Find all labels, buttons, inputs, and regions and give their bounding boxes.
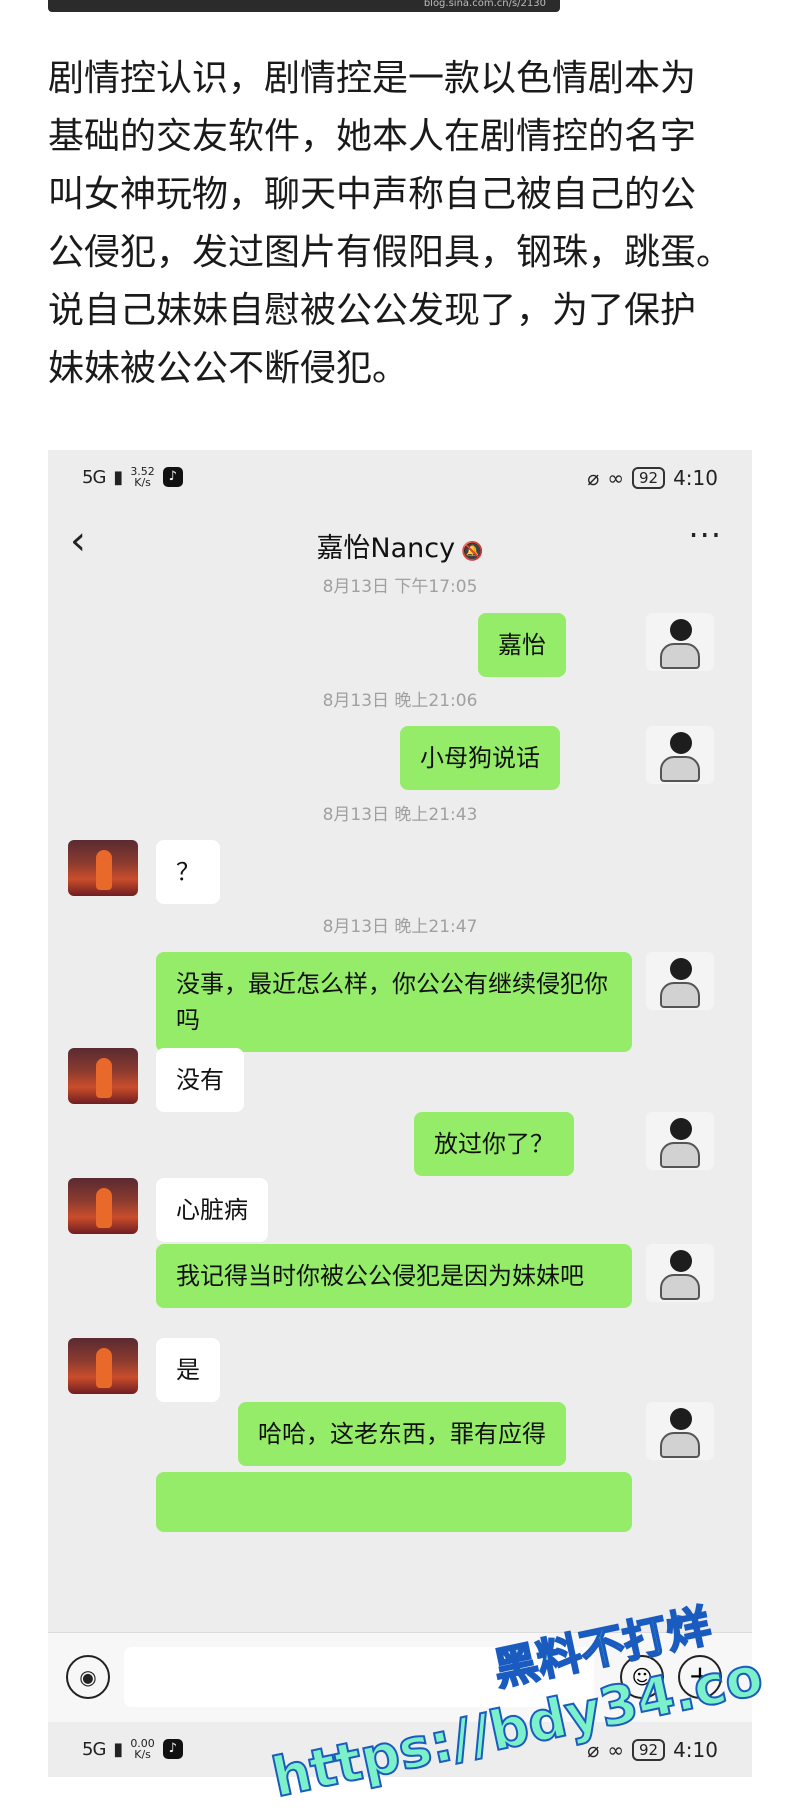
message-bubble-received[interactable]: 心脏病 — [156, 1178, 268, 1242]
my-avatar[interactable] — [646, 613, 714, 671]
contact-name: 嘉怡Nancy — [316, 533, 456, 564]
my-avatar[interactable] — [646, 952, 714, 1010]
avatar-body-icon — [660, 1432, 700, 1458]
article-text: 剧情控认识，剧情控是一款以色情剧本为 基础的交友软件，她本人在剧情控的名字 叫女… — [48, 50, 768, 398]
avatar-face-icon — [670, 1250, 692, 1272]
voice-input-button[interactable]: ◉ — [66, 1655, 110, 1699]
article-line: 叫女神玩物，聊天中声称自己被自己的公 — [48, 174, 697, 215]
message-timestamp: 8月13日 下午17:05 — [322, 577, 478, 597]
article-line: 说自己妹妹自慰被公公发现了，为了保护 — [48, 290, 697, 331]
link-icon: ∞ — [607, 1738, 624, 1762]
article-line: 剧情控认识，剧情控是一款以色情剧本为 — [48, 58, 697, 99]
avatar-figure-icon — [96, 1058, 112, 1098]
avatar-figure-icon — [96, 1188, 112, 1228]
my-avatar[interactable] — [646, 726, 714, 784]
article-line: 基础的交友软件，她本人在剧情控的名字 — [48, 116, 697, 157]
message-bubble-received[interactable]: ？ — [156, 840, 220, 904]
message-bubble-sent[interactable]: 哈哈，这老东西，罪有应得 — [238, 1402, 566, 1466]
message-bubble-sent[interactable]: 小母狗说话 — [400, 726, 560, 790]
link-icon: ∞ — [607, 466, 624, 490]
tiktok-icon: ♪ — [162, 1739, 183, 1759]
bell-muted-icon: 🔕 — [461, 541, 484, 562]
my-avatar[interactable] — [646, 1244, 714, 1302]
status-bar: 5G ▮ 3.52 K/s ♪ ⌀ ∞ 92 4:10 — [48, 450, 752, 506]
contact-title: 嘉怡Nancy 🔕 — [48, 526, 752, 565]
avatar-body-icon — [660, 756, 700, 782]
battery-icon: 92 — [631, 1739, 666, 1761]
message-bubble-received[interactable]: 没有 — [156, 1048, 244, 1112]
avatar-figure-icon — [96, 850, 112, 890]
sim-icon: ▮ — [113, 1738, 123, 1760]
message-bubble-sent[interactable]: 放过你了？ — [414, 1112, 574, 1176]
more-options-button[interactable]: ··· — [688, 516, 722, 554]
contact-avatar[interactable] — [68, 1048, 138, 1104]
tiktok-icon: ♪ — [162, 467, 183, 487]
sim-icon: ▮ — [113, 466, 123, 488]
avatar-body-icon — [660, 643, 700, 669]
network-speed: 0.00 K/s — [130, 1738, 155, 1760]
avatar-face-icon — [670, 619, 692, 641]
signal-icon: 5G — [82, 466, 106, 488]
top-strip-watermark: blog.sina.com.cn/s/2130 — [423, 0, 546, 9]
message-bubble-sent[interactable]: 嘉怡 — [478, 613, 566, 677]
avatar-face-icon — [670, 958, 692, 980]
avatar-face-icon — [670, 1118, 692, 1140]
speed-unit: K/s — [134, 1748, 151, 1761]
my-avatar[interactable] — [646, 1402, 714, 1460]
battery-icon: 92 — [631, 467, 666, 489]
avatar-face-icon — [670, 732, 692, 754]
signal-icon: 5G — [82, 1738, 106, 1760]
chat-navbar: ‹ 嘉怡Nancy 🔕 ··· — [48, 506, 752, 578]
avatar-body-icon — [660, 982, 700, 1008]
mute-notification-icon: ⌀ — [587, 466, 600, 490]
message-bubble-sent[interactable]: 没事，最近怎么样，你公公有继续侵犯你吗 — [156, 952, 632, 1052]
avatar-body-icon — [660, 1274, 700, 1300]
message-bubble-sent[interactable]: 我记得当时你被公公侵犯是因为妹妹吧 — [156, 1244, 632, 1308]
avatar-figure-icon — [96, 1348, 112, 1388]
my-avatar[interactable] — [646, 1112, 714, 1170]
article-line: 公侵犯，发过图片有假阳具，钢珠，跳蛋。 — [48, 232, 733, 273]
top-image-strip: blog.sina.com.cn/s/2130 — [48, 0, 560, 12]
contact-avatar[interactable] — [68, 1338, 138, 1394]
message-bubble-received[interactable]: 是 — [156, 1338, 220, 1402]
avatar-face-icon — [670, 1408, 692, 1430]
clock: 4:10 — [673, 466, 718, 490]
message-bubble-partial — [156, 1472, 632, 1532]
article-line: 妹妹被公公不断侵犯。 — [48, 348, 409, 389]
message-timestamp: 8月13日 晚上21:47 — [322, 917, 478, 937]
message-timestamp: 8月13日 晚上21:43 — [322, 805, 478, 825]
speed-unit: K/s — [134, 476, 151, 489]
chat-screenshot: 5G ▮ 3.52 K/s ♪ ⌀ ∞ 92 4:10 ‹ 嘉怡Nancy 🔕 ·… — [48, 450, 752, 1777]
contact-avatar[interactable] — [68, 1178, 138, 1234]
network-speed: 3.52 K/s — [130, 466, 155, 488]
avatar-body-icon — [660, 1142, 700, 1168]
message-timestamp: 8月13日 晚上21:06 — [322, 691, 478, 711]
clock: 4:10 — [673, 1738, 718, 1762]
contact-avatar[interactable] — [68, 840, 138, 896]
